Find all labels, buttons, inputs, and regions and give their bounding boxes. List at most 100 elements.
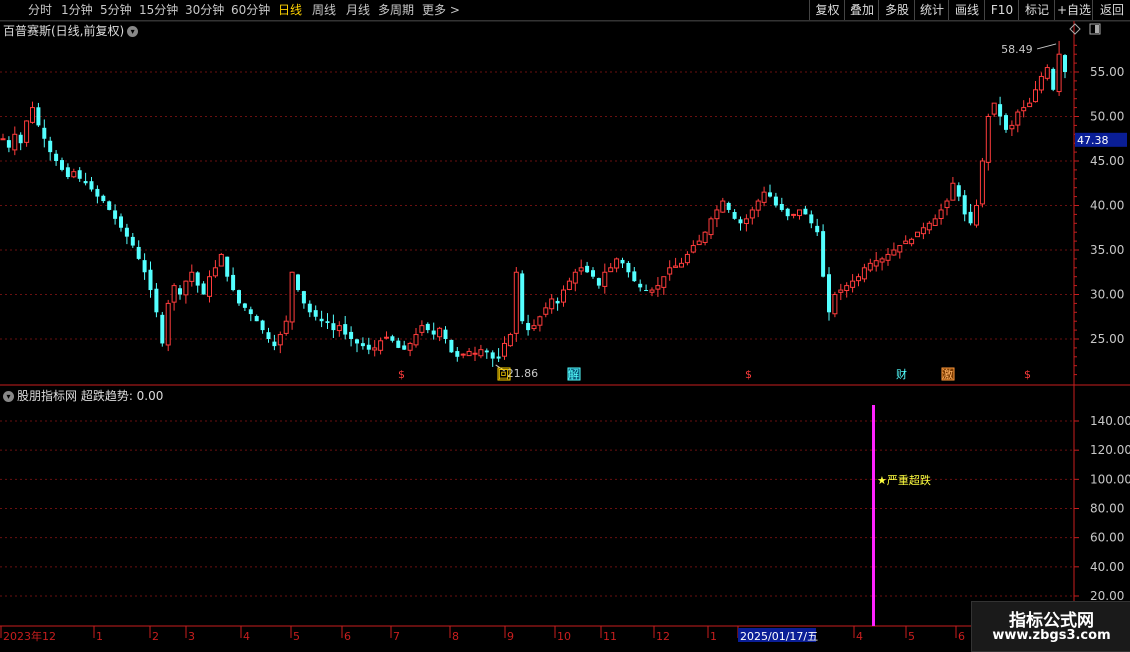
- date-axis-label: 5: [293, 630, 300, 643]
- candle-body: [502, 342, 507, 357]
- candle-body: [702, 231, 708, 243]
- candle-body: [113, 210, 118, 219]
- candle-body: [207, 276, 212, 297]
- candle-body: [1051, 68, 1056, 90]
- candle-body: [661, 276, 667, 288]
- candle-body: [1027, 102, 1033, 108]
- candle-body: [838, 289, 844, 293]
- stock-chart[interactable]: 25.0030.0035.0040.0045.0050.0055.00140.0…: [0, 0, 1130, 650]
- candle-body: [260, 320, 265, 331]
- candle-body: [60, 160, 64, 170]
- candle-body: [83, 181, 88, 184]
- candle-body: [189, 271, 195, 282]
- candle-body: [407, 342, 413, 351]
- candle-body: [437, 327, 443, 338]
- candle-body: [77, 170, 82, 179]
- candle-body: [201, 283, 206, 295]
- candle-body: [861, 267, 867, 280]
- candle-body: [107, 201, 112, 210]
- candle-body: [154, 288, 159, 313]
- candle-body: [655, 285, 661, 290]
- candle-body: [496, 356, 501, 359]
- candle-body: [979, 160, 985, 205]
- indicator-tick-label: 120.00: [1090, 443, 1130, 457]
- candle-body: [797, 209, 802, 217]
- candle-body: [36, 107, 41, 126]
- date-axis-label: 8: [452, 630, 459, 643]
- candle-body: [325, 321, 330, 323]
- candle-body: [950, 182, 956, 201]
- candle-body: [749, 209, 755, 219]
- candle-body: [566, 280, 572, 290]
- candle-body: [873, 260, 879, 267]
- candle-body: [65, 167, 70, 178]
- candle-body: [885, 253, 891, 261]
- candle-body: [372, 347, 378, 351]
- candle-body: [396, 340, 401, 348]
- candle-body: [844, 285, 850, 292]
- candle-body: [212, 267, 218, 277]
- candle-body: [585, 265, 590, 273]
- candle-body: [720, 200, 726, 213]
- candle-body: [455, 351, 460, 357]
- candle-body: [827, 274, 831, 313]
- candle-body: [591, 270, 595, 277]
- candle-body: [738, 219, 743, 224]
- candle-body: [507, 334, 513, 347]
- candle-body: [726, 202, 731, 210]
- candle-body: [343, 324, 348, 335]
- candle-body: [148, 269, 153, 291]
- candle-body: [307, 303, 312, 313]
- candle-body: [690, 245, 696, 253]
- candle-body: [1044, 67, 1050, 79]
- candle-body: [119, 216, 123, 228]
- candle-body: [549, 298, 555, 310]
- candle-body: [124, 227, 129, 237]
- candle-body: [366, 344, 371, 350]
- candle-body: [998, 104, 1003, 117]
- candle-body: [237, 290, 241, 304]
- candle-body: [54, 153, 59, 161]
- candle-body: [1015, 111, 1021, 126]
- price-tick-label: 30.00: [1090, 288, 1124, 302]
- candle-body: [225, 256, 230, 277]
- watermark-line2: www.zbgs3.com: [992, 628, 1111, 643]
- candle-body: [272, 341, 277, 347]
- candle-body: [1056, 53, 1062, 93]
- candle-body: [466, 350, 472, 357]
- candle-body: [809, 214, 814, 224]
- candle-body: [130, 236, 135, 246]
- price-tick-label: 25.00: [1090, 332, 1124, 346]
- candle-body: [531, 325, 537, 330]
- candle-body: [289, 271, 295, 323]
- date-axis-label: 4: [243, 630, 250, 643]
- candle-body: [596, 278, 601, 286]
- candle-body: [944, 200, 950, 209]
- price-tick-label: 35.00: [1090, 243, 1124, 257]
- event-marker: $: [745, 368, 752, 381]
- candle-body: [513, 271, 519, 334]
- candle-body: [484, 350, 489, 353]
- candle-body: [768, 192, 772, 197]
- candle-body: [561, 289, 566, 303]
- candle-body: [679, 262, 684, 268]
- candle-body: [283, 320, 289, 334]
- indicator-tick-label: 140.00: [1090, 414, 1130, 428]
- date-axis-label: 6: [958, 630, 965, 643]
- indicator-tick-label: 60.00: [1090, 531, 1124, 545]
- candle-body: [101, 195, 106, 202]
- indicator-tick-label: 80.00: [1090, 501, 1124, 515]
- indicator-tick-label: 100.00: [1090, 472, 1130, 486]
- candle-body: [390, 336, 395, 341]
- diamond-icon[interactable]: [1069, 23, 1081, 35]
- candle-body: [791, 213, 797, 216]
- date-axis-label: 2: [152, 630, 159, 643]
- candle-body: [620, 259, 625, 264]
- candle-body: [526, 323, 531, 331]
- date-axis-label: 4: [856, 630, 863, 643]
- candle-body: [89, 181, 94, 190]
- candle-body: [48, 140, 53, 153]
- candle-body: [360, 343, 365, 347]
- candle-body: [968, 211, 973, 224]
- price-tick-label: 50.00: [1090, 110, 1124, 124]
